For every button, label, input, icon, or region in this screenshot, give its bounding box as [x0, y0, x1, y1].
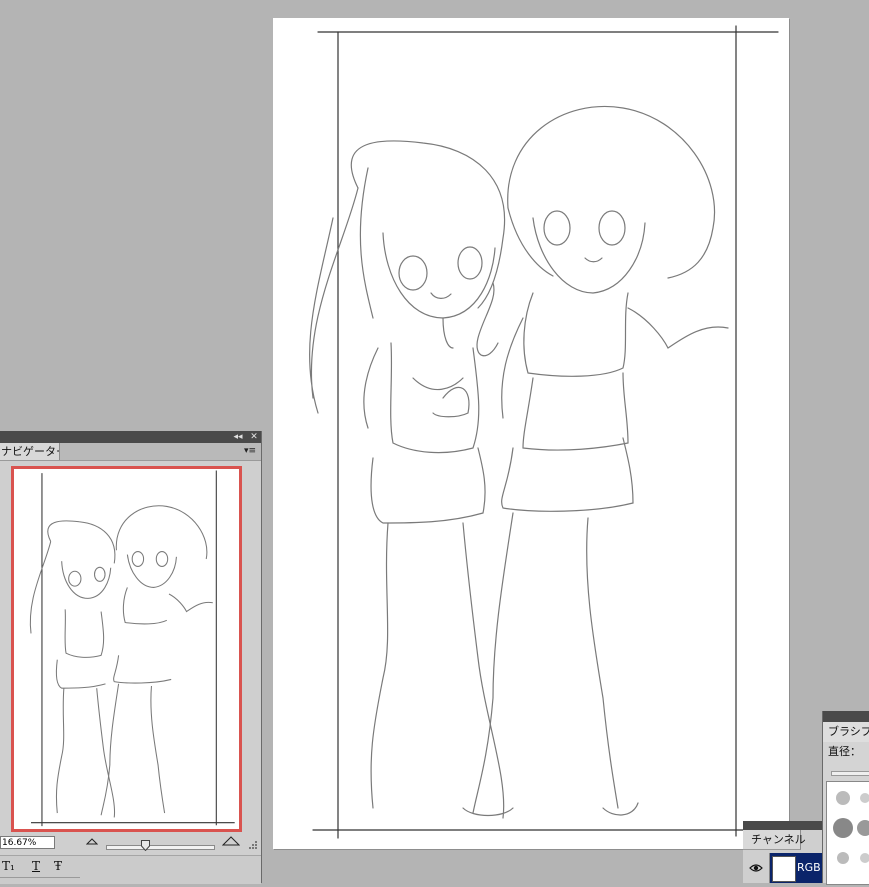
- channels-panel: チャンネル RGB: [743, 821, 823, 883]
- sketch-artwork: [309, 25, 779, 839]
- eye-icon: [749, 864, 763, 872]
- collapse-icon[interactable]: ◂◂: [232, 431, 244, 443]
- navigator-view-box[interactable]: [11, 466, 242, 832]
- divider: [0, 877, 80, 878]
- tab-navigator[interactable]: ナビゲーター: [0, 443, 60, 460]
- channel-row-rgb[interactable]: RGB: [743, 853, 823, 883]
- resize-grip-icon[interactable]: [248, 840, 258, 850]
- navigator-tabbar: ナビゲーター ▾≡: [0, 443, 261, 461]
- brush-tip-list[interactable]: [826, 781, 869, 885]
- brush-tip-icon[interactable]: [831, 786, 869, 810]
- navigator-panel: ◂◂ ✕ ナビゲーター ▾≡: [0, 431, 262, 884]
- brush-tip-icon[interactable]: [831, 846, 869, 870]
- zoom-slider-thumb[interactable]: [141, 840, 150, 851]
- document-canvas[interactable]: [273, 18, 789, 849]
- channels-titlebar[interactable]: [743, 821, 823, 830]
- diameter-label: 直径：: [828, 745, 861, 758]
- navigator-titlebar[interactable]: ◂◂ ✕: [0, 431, 261, 443]
- brush-panel: ブラシプ 直径：: [822, 711, 869, 885]
- close-icon[interactable]: ✕: [248, 431, 260, 443]
- subscript-icon[interactable]: T₁: [2, 859, 15, 873]
- panel-menu-icon[interactable]: ▾≡: [244, 446, 256, 456]
- diameter-slider[interactable]: [831, 771, 869, 776]
- zoom-slider-track[interactable]: [106, 845, 215, 850]
- channel-thumbnail: [772, 856, 796, 882]
- tab-channels[interactable]: チャンネル: [743, 830, 806, 850]
- strikethrough-icon[interactable]: Ŧ: [54, 859, 62, 873]
- underline-icon[interactable]: T: [32, 859, 40, 873]
- character-style-row: T₁ T Ŧ: [0, 855, 261, 884]
- brush-tip-icon[interactable]: [831, 816, 869, 840]
- zoom-in-icon[interactable]: [222, 835, 240, 846]
- zoom-input[interactable]: 16.67%: [0, 836, 55, 849]
- channel-label: RGB: [797, 861, 821, 874]
- visibility-toggle[interactable]: [743, 853, 770, 883]
- tab-brush-preset[interactable]: ブラシプ: [823, 722, 869, 742]
- zoom-out-icon[interactable]: [86, 836, 98, 845]
- brush-titlebar[interactable]: [823, 711, 869, 722]
